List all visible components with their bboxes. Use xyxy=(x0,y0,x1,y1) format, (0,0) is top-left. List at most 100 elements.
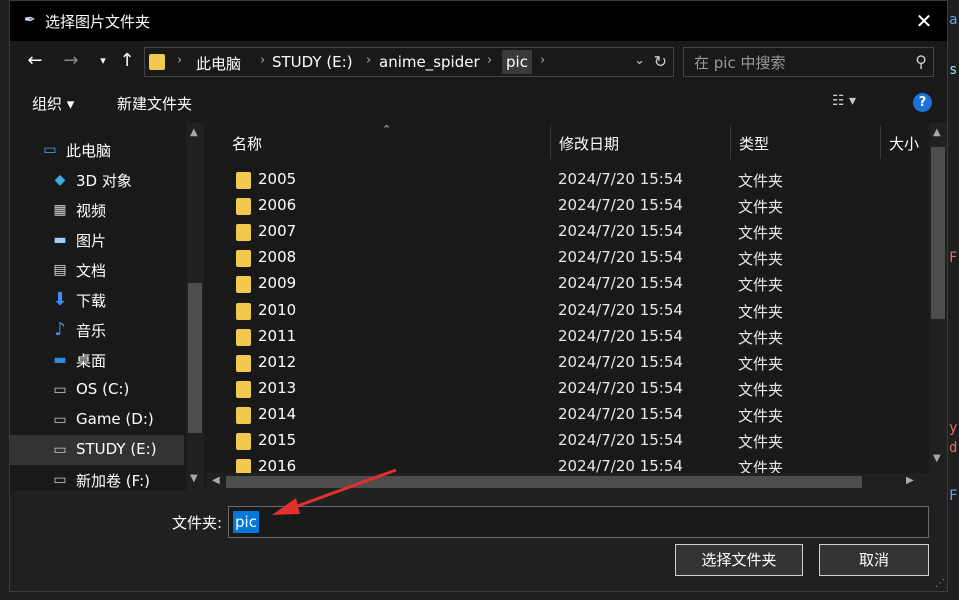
search-box[interactable]: ⚲ xyxy=(683,47,934,78)
breadcrumb-study-drive[interactable]: STUDY (E:) xyxy=(272,53,353,71)
nav-item-label: STUDY (E:) xyxy=(76,440,157,458)
file-name: 2006 xyxy=(258,196,297,214)
title-bar: ✒ 选择图片文件夹 ✕ xyxy=(10,1,947,41)
select-folder-button[interactable]: 选择文件夹 xyxy=(675,544,803,576)
nav-item-os-c[interactable]: ▭ OS (C:) xyxy=(10,375,184,405)
list-vertical-scrollbar[interactable]: ▲ ▼ xyxy=(929,123,947,473)
editor-char: s xyxy=(949,62,958,78)
file-name: 2008 xyxy=(258,248,297,266)
scroll-down-icon[interactable]: ▼ xyxy=(933,453,941,464)
nav-item-game-d[interactable]: ▭ Game (D:) xyxy=(10,405,184,435)
nav-item-videos[interactable]: ▦ 视频 xyxy=(10,195,184,225)
close-icon: ✕ xyxy=(915,9,933,33)
toolbar: 组织 ▾ 新建文件夹 ☷ ▾ ? xyxy=(10,83,947,124)
breadcrumb-anime-spider[interactable]: anime_spider xyxy=(379,53,480,71)
folder-name-value[interactable]: pic xyxy=(233,511,259,533)
search-input[interactable] xyxy=(684,48,916,78)
resize-grip-icon[interactable]: ⋰ xyxy=(935,578,945,589)
new-folder-button[interactable]: 新建文件夹 xyxy=(117,93,192,114)
file-name: 2007 xyxy=(258,222,297,240)
column-header-name[interactable]: 名称 xyxy=(232,133,262,154)
column-divider[interactable] xyxy=(730,125,731,159)
file-row[interactable]: 2008 2024/7/20 15:54 文件夹 xyxy=(226,244,926,270)
address-bar[interactable]: › 此电脑 › STUDY (E:) › anime_spider › pic … xyxy=(144,47,674,77)
up-button[interactable]: ↑ xyxy=(114,49,140,73)
file-date: 2024/7/20 15:54 xyxy=(558,274,683,292)
close-button[interactable]: ✕ xyxy=(901,1,947,41)
folder-icon xyxy=(236,172,251,189)
file-type: 文件夹 xyxy=(738,433,784,451)
file-name: 2005 xyxy=(258,170,297,188)
nav-item-new-volume-f[interactable]: ▭ 新加卷 (F:) xyxy=(10,465,184,491)
search-icon[interactable]: ⚲ xyxy=(915,52,927,71)
scroll-up-icon[interactable]: ▲ xyxy=(933,127,941,138)
drive-icon: ▭ xyxy=(53,442,67,458)
breadcrumb-separator: › xyxy=(260,53,266,68)
file-name: 2012 xyxy=(258,353,297,371)
breadcrumb-separator: › xyxy=(540,53,546,68)
breadcrumb-separator: › xyxy=(366,53,372,68)
cancel-button[interactable]: 取消 xyxy=(819,544,929,576)
back-button[interactable]: ← xyxy=(22,49,48,73)
column-divider[interactable] xyxy=(880,125,881,159)
file-row[interactable]: 2006 2024/7/20 15:54 文件夹 xyxy=(226,192,926,218)
nav-item-pictures[interactable]: ▬ 图片 xyxy=(10,225,184,255)
breadcrumb-this-pc[interactable]: 此电脑 xyxy=(196,53,241,74)
nav-item-this-pc[interactable]: ▭ 此电脑 xyxy=(10,135,184,165)
drive-icon: ▭ xyxy=(53,412,67,428)
file-date: 2024/7/20 15:54 xyxy=(558,431,683,449)
column-divider[interactable] xyxy=(550,125,551,159)
file-row[interactable]: 2007 2024/7/20 15:54 文件夹 xyxy=(226,218,926,244)
file-list: ⌃ 名称 修改日期 类型 大小 2005 2024/7/20 15:54 文件夹 2… xyxy=(206,123,947,491)
file-type: 文件夹 xyxy=(738,250,784,268)
nav-scrollbar[interactable]: ▲ ▼ xyxy=(186,123,204,491)
folder-icon xyxy=(236,355,251,372)
file-date: 2024/7/20 15:54 xyxy=(558,353,683,371)
navigation-pane: ▭ 此电脑 ◆ 3D 对象 ▦ 视频 ▬ 图片 ▤ 文档 ⬇ 下载 ♪ 音乐 ▬ xyxy=(10,123,206,491)
file-row[interactable]: 2009 2024/7/20 15:54 文件夹 xyxy=(226,270,926,296)
forward-button[interactable]: → xyxy=(58,49,84,73)
column-header-type[interactable]: 类型 xyxy=(739,133,769,154)
file-name: 2014 xyxy=(258,405,297,423)
scroll-right-icon[interactable]: ▶ xyxy=(906,475,914,486)
nav-item-downloads[interactable]: ⬇ 下载 xyxy=(10,285,184,315)
details-view-icon: ☷ xyxy=(832,93,845,109)
nav-item-label: 文档 xyxy=(76,262,107,280)
column-header-date[interactable]: 修改日期 xyxy=(559,133,619,154)
folder-icon xyxy=(236,329,251,346)
file-row[interactable]: 2013 2024/7/20 15:54 文件夹 xyxy=(226,375,926,401)
refresh-icon[interactable]: ↻ xyxy=(654,52,667,71)
breadcrumb-pic[interactable]: pic xyxy=(502,50,532,74)
desktop-icon: ▬ xyxy=(53,352,67,368)
download-icon: ⬇ xyxy=(52,289,68,310)
file-row[interactable]: 2011 2024/7/20 15:54 文件夹 xyxy=(226,323,926,349)
video-icon: ▦ xyxy=(53,202,67,218)
pc-icon: ▭ xyxy=(43,142,57,158)
list-horizontal-scrollbar[interactable]: ◀ ▶ xyxy=(206,473,947,491)
scroll-thumb[interactable] xyxy=(931,147,945,319)
scroll-thumb[interactable] xyxy=(226,476,862,488)
help-button[interactable]: ? xyxy=(913,93,932,112)
file-row[interactable]: 2014 2024/7/20 15:54 文件夹 xyxy=(226,401,926,427)
nav-item-documents[interactable]: ▤ 文档 xyxy=(10,255,184,285)
scroll-left-icon[interactable]: ◀ xyxy=(212,475,220,486)
nav-item-music[interactable]: ♪ 音乐 xyxy=(10,315,184,345)
file-row[interactable]: 2005 2024/7/20 15:54 文件夹 xyxy=(226,166,926,192)
file-row[interactable]: 2015 2024/7/20 15:54 文件夹 xyxy=(226,427,926,453)
feather-icon: ✒ xyxy=(24,12,36,28)
nav-item-study-e[interactable]: ▭ STUDY (E:) xyxy=(10,435,184,465)
view-options-button[interactable]: ☷ ▾ xyxy=(832,93,856,109)
nav-item-desktop[interactable]: ▬ 桌面 xyxy=(10,345,184,375)
folder-name-input[interactable]: pic xyxy=(228,506,929,538)
column-header-size[interactable]: 大小 xyxy=(889,133,919,154)
organize-button[interactable]: 组织 ▾ xyxy=(32,93,74,114)
file-type: 文件夹 xyxy=(738,381,784,399)
scroll-up-icon[interactable]: ▲ xyxy=(190,127,198,138)
scroll-down-icon[interactable]: ▼ xyxy=(190,473,198,484)
nav-item-3d-objects[interactable]: ◆ 3D 对象 xyxy=(10,165,184,195)
address-dropdown-icon[interactable]: ⌄ xyxy=(634,53,645,68)
scroll-thumb[interactable] xyxy=(188,283,202,433)
file-row[interactable]: 2012 2024/7/20 15:54 文件夹 xyxy=(226,349,926,375)
file-row[interactable]: 2010 2024/7/20 15:54 文件夹 xyxy=(226,297,926,323)
recent-locations-button[interactable]: ▾ xyxy=(90,49,116,73)
